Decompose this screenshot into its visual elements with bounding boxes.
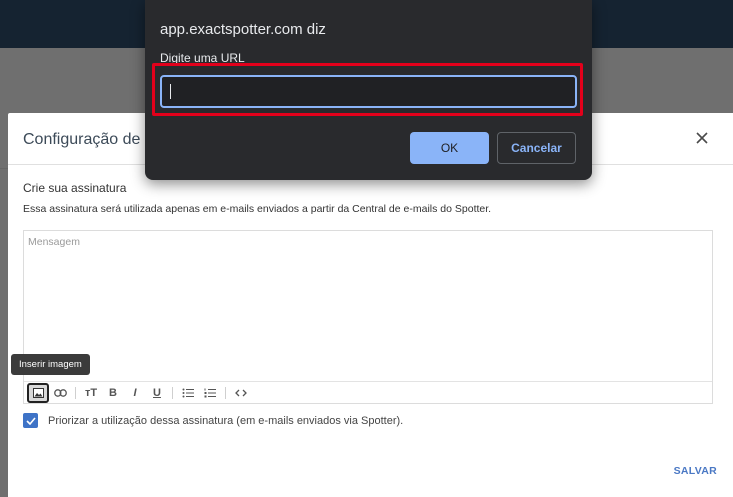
insert-image-tooltip: Inserir imagem	[11, 354, 90, 375]
bullet-list-icon	[182, 388, 194, 397]
checkmark-icon	[25, 416, 36, 425]
save-button[interactable]: SALVAR	[674, 465, 717, 477]
image-icon	[32, 387, 44, 398]
close-button[interactable]	[691, 127, 713, 149]
signature-editor[interactable]: Mensagem тT B I U	[23, 230, 713, 404]
cancel-button[interactable]: Cancelar	[497, 132, 576, 164]
underline-icon: U	[153, 386, 161, 399]
toolbar-separator	[75, 386, 76, 399]
section-description: Essa assinatura será utilizada apenas em…	[23, 203, 492, 215]
bold-icon: B	[109, 386, 117, 399]
editor-toolbar: тT B I U	[24, 381, 712, 403]
close-icon	[696, 132, 708, 144]
editor-placeholder: Mensagem	[28, 236, 80, 248]
numbered-list-button[interactable]	[199, 383, 221, 403]
dialog-origin: app.exactspotter.com diz	[160, 21, 326, 38]
insert-image-button[interactable]	[27, 382, 49, 403]
text-caret	[170, 84, 171, 99]
numbered-list-icon	[204, 388, 216, 397]
toolbar-separator	[225, 386, 226, 399]
link-icon	[53, 388, 67, 397]
prioritize-signature-label: Priorizar a utilização dessa assinatura …	[48, 414, 404, 427]
code-icon	[235, 389, 247, 396]
prioritize-signature-row: Priorizar a utilização dessa assinatura …	[23, 413, 403, 428]
toolbar-separator	[172, 386, 173, 399]
font-size-icon: тT	[84, 386, 98, 399]
italic-icon: I	[133, 386, 137, 399]
ok-button[interactable]: OK	[410, 132, 489, 164]
font-size-button[interactable]: тT	[80, 383, 102, 403]
section-title: Crie sua assinatura	[23, 181, 127, 195]
prioritize-signature-checkbox[interactable]	[23, 413, 38, 428]
modal-title: Configuração de a	[23, 131, 154, 148]
insert-link-button[interactable]	[49, 383, 71, 403]
url-prompt-dialog: app.exactspotter.com diz Digite uma URL …	[145, 0, 592, 180]
underline-button[interactable]: U	[146, 383, 168, 403]
url-input[interactable]	[160, 75, 577, 108]
italic-button[interactable]: I	[124, 383, 146, 403]
code-button[interactable]	[230, 383, 252, 403]
bold-button[interactable]: B	[102, 383, 124, 403]
bullet-list-button[interactable]	[177, 383, 199, 403]
